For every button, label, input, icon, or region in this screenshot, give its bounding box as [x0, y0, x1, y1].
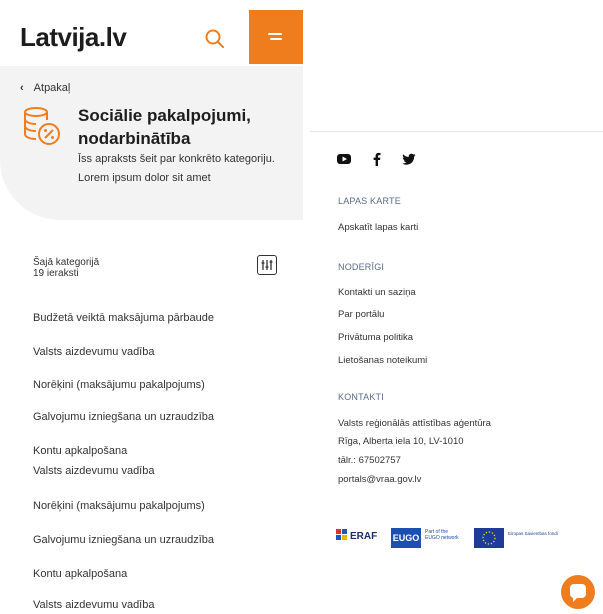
facebook-icon[interactable] — [370, 152, 384, 166]
filter-icon — [261, 260, 273, 270]
list-item[interactable]: Budžetā veiktā maksājuma pārbaude — [33, 312, 214, 324]
item-count: Šajā kategorijā 19 ieraksti — [33, 257, 100, 279]
chevron-left-icon: ‹ — [20, 82, 24, 94]
list-item[interactable]: Norēķini (maksājumu pakalpojums) — [33, 500, 205, 512]
search-button[interactable] — [204, 28, 226, 50]
contact-email[interactable]: portals@vraa.gov.lv — [338, 474, 421, 485]
contact-address: Rīga, Alberta iela 10, LV-1010 — [338, 436, 464, 447]
contact-phone[interactable]: tālr.: 67502757 — [338, 455, 401, 466]
list-item[interactable]: Norēķini (maksājumu pakalpojums) — [33, 379, 205, 391]
twitter-icon[interactable] — [402, 152, 416, 166]
list-item[interactable]: Kontu apkalpošana — [33, 568, 127, 580]
list-item[interactable]: Galvojumu izniegšana un uzraudzība — [33, 534, 214, 546]
eraf-logo: ERAF — [336, 529, 377, 542]
contact-org: Valsts reģionālās attīstības aģentūra — [338, 418, 491, 429]
site-logo[interactable]: Latvija.lv — [20, 22, 127, 53]
list-item[interactable]: Valsts aizdevumu vadība — [33, 465, 154, 477]
sitemap-heading: LAPAS KARTE — [338, 196, 401, 206]
category-description: Īss apraksts šeit par konkrēto kategorij… — [78, 153, 275, 184]
coins-percent-icon — [22, 104, 62, 148]
eu-funds-logo: Eiropas Savienības fondi — [474, 528, 584, 550]
filter-button[interactable] — [257, 255, 277, 275]
back-link[interactable]: ‹ Atpakaļ — [20, 82, 70, 94]
sitemap-link[interactable]: Apskatīt lapas karti — [338, 222, 418, 233]
menu-icon — [268, 33, 282, 35]
useful-heading: NODERĪGI — [338, 262, 385, 272]
list-item[interactable]: Valsts aizdevumu vadība — [33, 346, 154, 358]
contacts-heading: KONTAKTI — [338, 392, 384, 402]
search-icon — [205, 29, 224, 48]
footer-link-contacts[interactable]: Kontakti un saziņa — [338, 287, 416, 298]
footer-link-about[interactable]: Par portālu — [338, 309, 384, 320]
menu-button[interactable] — [249, 10, 303, 64]
footer-divider — [310, 131, 603, 132]
chat-button[interactable] — [561, 575, 595, 609]
list-item[interactable]: Galvojumu izniegšana un uzraudzība — [33, 411, 214, 423]
footer-link-privacy[interactable]: Privātuma politika — [338, 332, 413, 343]
chat-icon — [570, 584, 586, 602]
category-title: Sociālie pakalpojumi, nodarbinātība — [78, 106, 251, 148]
youtube-icon[interactable] — [337, 152, 351, 166]
eugo-logo: EUGO Part of the EUGO network — [391, 528, 459, 550]
list-item[interactable]: Kontu apkalpošana — [33, 445, 127, 457]
footer-link-terms[interactable]: Lietošanas noteikumi — [338, 355, 427, 366]
list-item[interactable]: Valsts aizdevumu vadība — [33, 599, 154, 611]
